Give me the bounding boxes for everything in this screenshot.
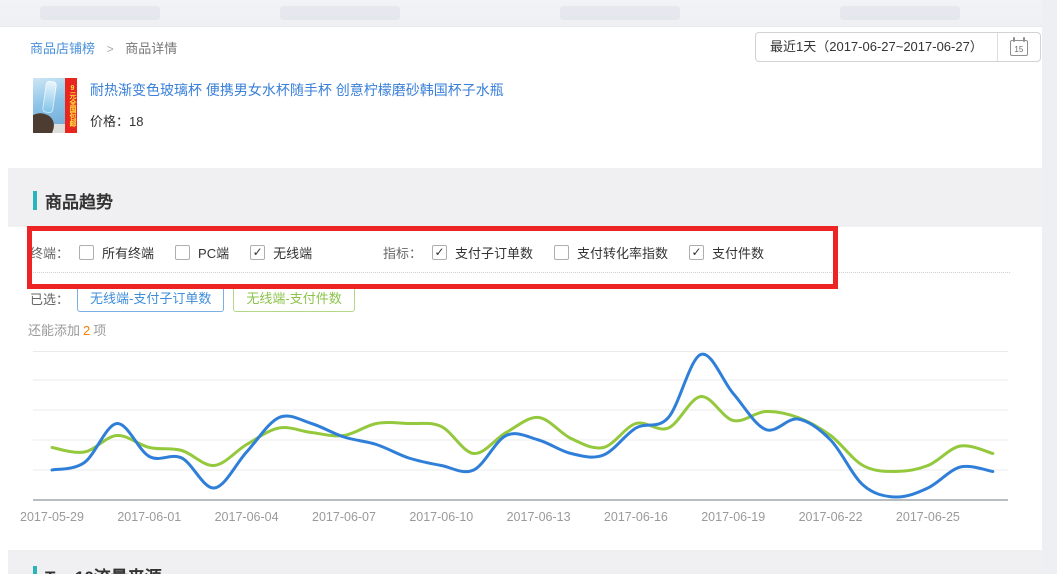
terminal-filter-group: 终端： 所有终端 PC端 ✓ 无线端 (30, 243, 333, 261)
checkbox-label: 所有终端 (102, 243, 154, 262)
checkbox-label: 无线端 (273, 243, 312, 262)
promo-badge: 9元全国包邮 (65, 78, 77, 133)
checkbox-box[interactable] (554, 245, 569, 260)
checkbox-box[interactable] (175, 245, 190, 260)
svg-text:2017-06-22: 2017-06-22 (799, 510, 863, 524)
page: 商品店铺榜 > 商品详情 最近1天（2017-06-27~2017-06-27）… (0, 0, 1057, 574)
trend-section-header: 商品趋势 (33, 188, 113, 213)
checkbox-box[interactable]: ✓ (689, 245, 704, 260)
checkbox-all-terminals[interactable]: 所有终端 (79, 243, 154, 262)
ghost-block (560, 6, 680, 20)
svg-text:2017-06-10: 2017-06-10 (409, 510, 473, 524)
terminal-group-label: 终端： (30, 243, 69, 262)
checkbox-label: 支付件数 (712, 243, 764, 262)
checkbox-pay-suborders[interactable]: ✓ 支付子订单数 (432, 243, 533, 262)
svg-text:2017-06-01: 2017-06-01 (117, 510, 181, 524)
product-thumbnail[interactable]: 9元全国包邮 (33, 78, 77, 133)
product-price: 价格：18 (90, 111, 143, 130)
calendar-icon-day: 15 (1011, 45, 1027, 55)
svg-text:2017-06-25: 2017-06-25 (896, 510, 960, 524)
trend-chart-svg[interactable]: 2017-05-29 2017-06-01 2017-06-04 2017-06-07… (0, 335, 1042, 530)
breadcrumb-current: 商品详情 (125, 41, 177, 56)
checkbox-box[interactable]: ✓ (432, 245, 447, 260)
svg-text:2017-06-13: 2017-06-13 (507, 510, 571, 524)
ghost-block (280, 6, 400, 20)
checkbox-pc-terminal[interactable]: PC端 (175, 243, 229, 262)
product-photo (33, 78, 65, 133)
trend-chart[interactable]: 2017-05-29 2017-06-01 2017-06-04 2017-06-07… (0, 335, 1042, 530)
teal-accent-bar (33, 191, 37, 210)
calendar-icon: 15 (1010, 40, 1028, 56)
checkbox-label: PC端 (198, 243, 229, 262)
metric-filter-group: 指标： ✓ 支付子订单数 支付转化率指数 ✓ 支付件数 (383, 243, 785, 261)
svg-text:2017-06-19: 2017-06-19 (701, 510, 765, 524)
bottom-gap-band (8, 550, 1042, 574)
metric-group-label: 指标： (383, 243, 422, 262)
checkbox-pay-items[interactable]: ✓ 支付件数 (689, 243, 764, 262)
product-title-link[interactable]: 耐热渐变色玻璃杯 便携男女水杯随手杯 创意柠檬磨砂韩国杯子水瓶 (90, 80, 790, 100)
svg-text:2017-05-29: 2017-05-29 (20, 510, 84, 524)
svg-text:2017-06-16: 2017-06-16 (604, 510, 668, 524)
checkbox-label: 支付转化率指数 (577, 243, 668, 262)
bottle-shape (42, 80, 57, 113)
date-range-label[interactable]: 最近1天（2017-06-27~2017-06-27） (756, 33, 997, 61)
calendar-button[interactable]: 15 (997, 33, 1040, 61)
checkbox-box[interactable]: ✓ (250, 245, 265, 260)
checkbox-label: 支付子订单数 (455, 243, 533, 262)
breadcrumb: 商品店铺榜 > 商品详情 (30, 38, 177, 57)
bottom-section-header: Top10流量来源 (33, 563, 162, 574)
breadcrumb-link-rank[interactable]: 商品店铺榜 (30, 41, 95, 56)
bottom-section-title: Top10流量来源 (45, 563, 162, 574)
teal-accent-bar (33, 566, 37, 574)
checkbox-box[interactable] (79, 245, 94, 260)
ghost-block (840, 6, 960, 20)
section-gap-band (8, 168, 1042, 227)
tag-wireless-suborders[interactable]: 无线端-支付子订单数 (77, 285, 224, 312)
tag-wireless-items[interactable]: 无线端-支付件数 (233, 285, 354, 312)
checkbox-wireless-terminal[interactable]: ✓ 无线端 (250, 243, 312, 262)
date-range-picker[interactable]: 最近1天（2017-06-27~2017-06-27） 15 (755, 32, 1041, 62)
selected-row: 已选： 无线端-支付子订单数 无线端-支付件数 (30, 285, 364, 312)
trend-section-title: 商品趋势 (45, 188, 113, 213)
selected-label: 已选： (30, 289, 69, 308)
svg-text:2017-06-07: 2017-06-07 (312, 510, 376, 524)
dotted-divider (30, 272, 1010, 273)
page-right-gutter (1042, 0, 1057, 574)
ghost-block (40, 6, 160, 20)
svg-text:2017-06-04: 2017-06-04 (215, 510, 279, 524)
faded-top-nav (0, 0, 1042, 27)
breadcrumb-separator: > (107, 42, 114, 56)
checkbox-pay-conversion-index[interactable]: 支付转化率指数 (554, 243, 668, 262)
